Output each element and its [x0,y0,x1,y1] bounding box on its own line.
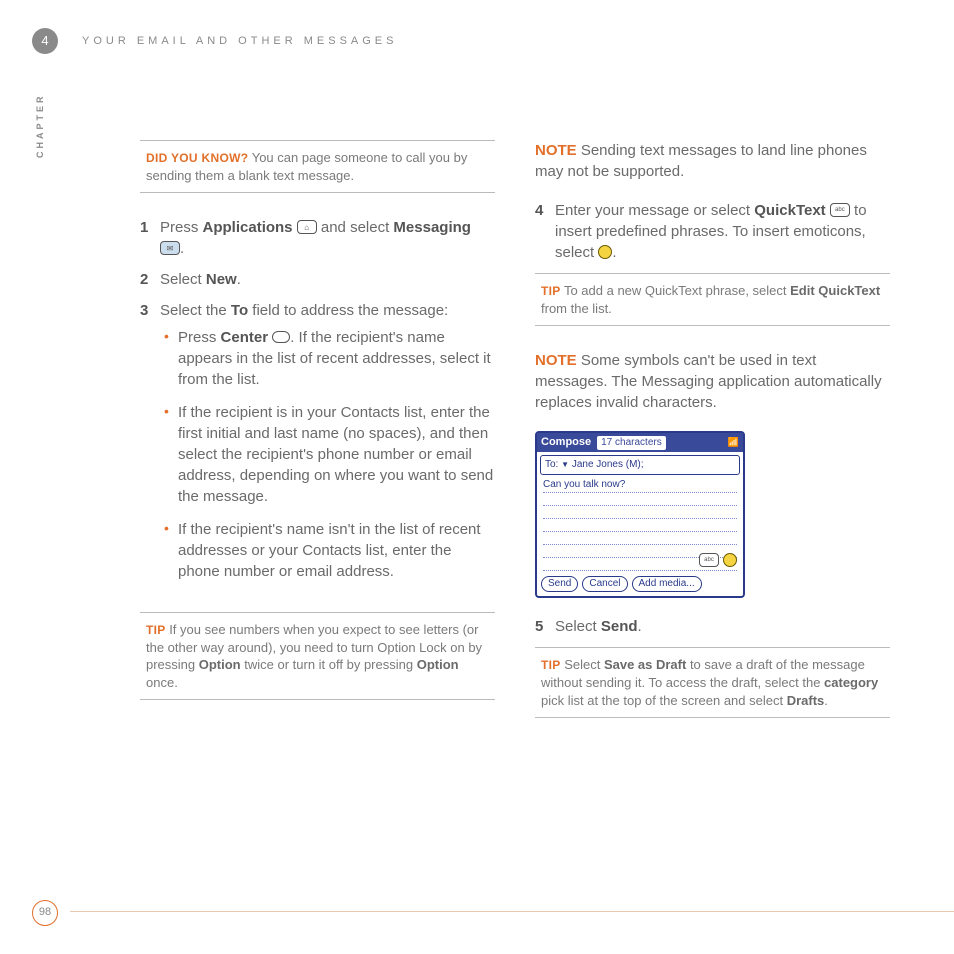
text: . [638,618,642,635]
emoticon-icon[interactable] [723,553,737,567]
note-symbols: NOTE Some symbols can't be used in text … [535,350,890,413]
text: pick list at the top of the screen and s… [541,693,787,708]
text: once. [146,675,178,690]
compose-message-text: Can you talk now? [543,478,625,492]
to-label: To: [545,459,558,470]
did-you-know-callout: DID YOU KNOW? You can page someone to ca… [140,140,495,193]
center-button-icon [272,331,290,343]
compose-title: Compose [541,435,591,450]
quicktext-icon[interactable]: abc [699,553,719,567]
page-number: 98 [32,900,58,926]
text: Press [160,219,203,236]
bullet-3: If the recipient's name isn't in the lis… [160,519,495,582]
tip-lead: TIP [541,658,561,672]
bold: Center [221,329,269,346]
step-1: 1 Press Applications ⌂ and select Messag… [140,217,495,259]
text: Select [555,618,601,635]
step-num: 3 [140,300,160,594]
to-name: Jane Jones (M); [572,459,644,470]
chapter-side-label: CHAPTER [34,93,47,158]
steps-right: 4 Enter your message or select QuickText… [535,200,890,263]
text: from the list. [541,301,612,316]
note-lead: NOTE [535,352,577,369]
tip-save-draft: TIP Select Save as Draft to save a draft… [535,647,890,718]
right-column: NOTE Sending text messages to land line … [535,140,890,742]
text: field to address the message: [248,302,448,319]
tip-lead: TIP [541,284,561,298]
step-num: 1 [140,217,160,259]
bold: Option [199,657,241,672]
text: . [180,240,184,257]
content-columns: DID YOU KNOW? You can page someone to ca… [140,140,890,742]
footer-rule [70,911,954,912]
applications-icon: ⌂ [297,220,317,234]
compose-titlebar: Compose 17 characters 📶 [537,433,743,452]
send-button[interactable]: Send [541,576,578,592]
quicktext-icon: abc [830,203,850,217]
text: Select the [160,302,231,319]
steps-list: 1 Press Applications ⌂ and select Messag… [140,217,495,594]
bold: Edit QuickText [790,283,880,298]
text: Enter your message or select [555,202,754,219]
tip-option-lock: TIP If you see numbers when you expect t… [140,612,495,700]
left-column: DID YOU KNOW? You can page someone to ca… [140,140,495,742]
text: Select [160,271,206,288]
steps-right-2: 5 Select Send. [535,616,890,637]
text: Press [178,329,221,346]
compose-char-count: 17 characters [597,436,666,450]
compose-to-field[interactable]: To: ▼ Jane Jones (M); [540,455,740,475]
emoticon-icon [598,245,612,259]
bullet-2: If the recipient is in your Contacts lis… [160,402,495,507]
step-num: 4 [535,200,555,263]
text: . [824,693,828,708]
step-3: 3 Select the To field to address the mes… [140,300,495,594]
dropdown-icon: ▼ [561,460,569,469]
add-media-button[interactable]: Add media... [632,576,702,592]
text: and select [321,219,394,236]
note-landline: NOTE Sending text messages to land line … [535,140,890,182]
messaging-icon: ✉ [160,241,180,255]
bold: QuickText [754,202,825,219]
bold: New [206,271,237,288]
text: . [612,244,616,261]
bold: To [231,302,248,319]
running-head: YOUR EMAIL AND OTHER MESSAGES [82,34,397,49]
bold: Drafts [787,693,825,708]
compose-button-row: Send Cancel Add media... [537,573,743,596]
signal-icon: 📶 [728,436,739,449]
compose-textarea[interactable]: Can you talk now? abc [541,478,739,570]
bold: Send [601,618,638,635]
step-4: 4 Enter your message or select QuickText… [535,200,890,263]
text: To add a new QuickText phrase, select [561,283,791,298]
bold: Save as Draft [604,657,686,672]
bold: Applications [203,219,293,236]
step-num: 5 [535,616,555,637]
sub-bullets: Press Center . If the recipient's name a… [160,327,495,582]
note-lead: NOTE [535,142,577,159]
text: Sending text messages to land line phone… [535,142,867,180]
text: Select [561,657,604,672]
tip-lead: TIP [146,623,166,637]
text: . [237,271,241,288]
cancel-button[interactable]: Cancel [582,576,627,592]
compose-screenshot: Compose 17 characters 📶 To: ▼ Jane Jones… [535,431,745,598]
step-num: 2 [140,269,160,290]
bullet-1: Press Center . If the recipient's name a… [160,327,495,390]
bold: category [824,675,878,690]
text: Some symbols can't be used in text messa… [535,352,882,411]
bold: Messaging [393,219,471,236]
bold: Option [417,657,459,672]
step-2: 2 Select New. [140,269,495,290]
did-you-know-lead: DID YOU KNOW? [146,151,248,165]
tip-quicktext: TIP To add a new QuickText phrase, selec… [535,273,890,326]
text: twice or turn it off by pressing [241,657,417,672]
chapter-badge: 4 [32,28,58,54]
step-5: 5 Select Send. [535,616,890,637]
